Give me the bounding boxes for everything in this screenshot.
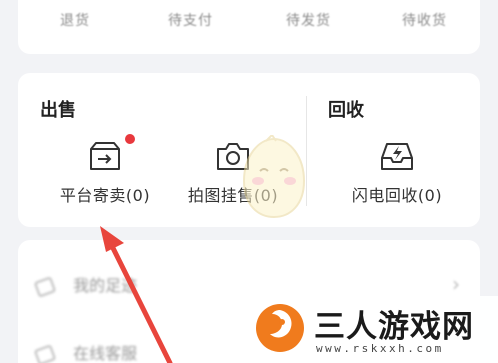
recycle-section-title: 回收 <box>328 100 364 121</box>
platform-consign-label: 平台寄卖(0) <box>59 186 151 205</box>
tab-pending-shipment[interactable]: 待发货 <box>286 10 331 30</box>
tab-pending-receipt[interactable]: 待收货 <box>402 10 447 30</box>
chevron-right-icon: › <box>452 272 460 296</box>
site-watermark: 三人游戏网 www.rskxxh.com <box>250 296 498 363</box>
site-url: www.rskxxh.com <box>316 342 444 355</box>
sell-section-title: 出售 <box>40 100 76 121</box>
site-logo-icon <box>256 304 304 352</box>
list-item-service[interactable]: 在线客服 <box>33 340 138 363</box>
consign-box-icon <box>87 134 135 172</box>
tab-pending-payment-label: 待支付 <box>168 13 213 29</box>
tab-pending-receipt-label: 待收货 <box>402 13 447 29</box>
tab-return-label: 退货 <box>60 13 90 29</box>
mascot-watermark <box>242 135 306 219</box>
order-status-tabs: 退货 待支付 待发货 待收货 <box>18 10 480 40</box>
list-item-footprint[interactable]: 我的足迹 <box>33 272 138 298</box>
eraser-icon <box>33 275 57 298</box>
list-item-footprint-label: 我的足迹 <box>73 276 138 295</box>
platform-consign-button[interactable]: 平台寄卖(0) <box>50 134 160 206</box>
tab-return[interactable]: 退货 <box>60 10 90 30</box>
lightning-inbox-icon <box>379 140 415 172</box>
new-badge <box>125 134 135 144</box>
lightning-recycle-label: 闪电回收(0) <box>351 186 443 205</box>
service-icon <box>33 343 57 363</box>
lightning-recycle-button[interactable]: 闪电回收(0) <box>342 140 452 206</box>
site-name: 三人游戏网 <box>314 309 474 345</box>
list-item-service-label: 在线客服 <box>73 344 138 363</box>
tab-pending-shipment-label: 待发货 <box>286 13 331 29</box>
tab-pending-payment[interactable]: 待支付 <box>168 10 213 30</box>
